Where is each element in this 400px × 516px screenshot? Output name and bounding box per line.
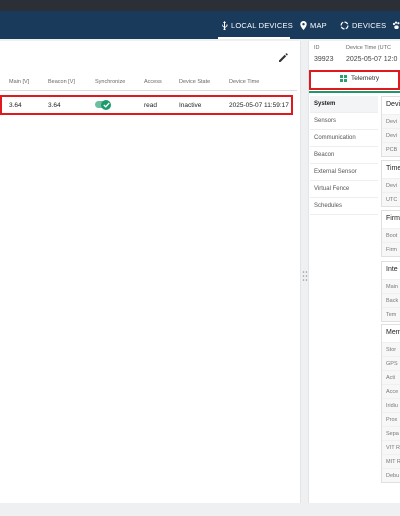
nav-map[interactable]: MAP: [300, 11, 327, 39]
paw-icon: [392, 21, 400, 29]
section-row: GPS: [382, 356, 400, 370]
device-time-value: 2025-05-07 12:0: [346, 56, 398, 63]
nav-active-indicator: [218, 37, 290, 39]
device-id-label: ID: [314, 45, 320, 51]
section-title: Time: [386, 165, 400, 172]
dashboard-grid-icon: [340, 75, 347, 82]
cell-access: read: [144, 102, 158, 109]
column-header-device-time[interactable]: Device Time: [229, 79, 259, 85]
column-header-synchronize[interactable]: Synchronize: [95, 79, 125, 85]
synchronize-toggle[interactable]: [101, 100, 111, 110]
edit-pencil-icon[interactable]: [276, 50, 290, 64]
section-memory: Mem Stor GPS Acti Acce Iridiu Prox Sepa …: [381, 324, 400, 483]
section-title: Inte: [386, 266, 398, 273]
cell-main-voltage: 3.64: [9, 102, 22, 109]
column-header-access[interactable]: Access: [144, 79, 162, 85]
devices-ring-icon: [340, 20, 349, 30]
check-icon: [102, 102, 110, 108]
section-row: Stor: [382, 342, 400, 356]
section-time: Time Devi UTC: [381, 160, 400, 207]
section-title: Mem: [386, 329, 400, 336]
section-row: Boot: [382, 228, 400, 242]
menu-item-external-sensor[interactable]: External Sensor: [310, 164, 378, 181]
section-title: Devi: [386, 101, 400, 108]
nav-local-devices-label: LOCAL DEVICES: [231, 20, 293, 30]
menu-item-schedules[interactable]: Schedules: [310, 198, 378, 215]
header-divider: [0, 90, 297, 91]
section-row: Acti: [382, 370, 400, 384]
telemetry-category-menu: System Sensors Communication Beacon Exte…: [310, 96, 378, 215]
map-pin-icon: [300, 20, 307, 30]
nav-devices[interactable]: DEVICES: [340, 11, 386, 39]
section-row: Main: [382, 279, 400, 293]
main-navigation: LOCAL DEVICES MAP DEVICES: [0, 11, 400, 39]
section-row: Tem: [382, 307, 400, 321]
menu-item-virtual-fence[interactable]: Virtual Fence: [310, 181, 378, 198]
device-id-value: 39923: [314, 56, 334, 63]
menu-item-beacon[interactable]: Beacon: [310, 147, 378, 164]
section-row: UTC: [382, 192, 400, 206]
device-time-label: Device Time (UTC: [346, 45, 391, 51]
nav-paw[interactable]: [392, 11, 400, 39]
section-row: Devi: [382, 114, 400, 128]
top-system-bar: [0, 0, 400, 11]
section-row: Devi: [382, 178, 400, 192]
section-internal: Inte Main Back Tem: [381, 261, 400, 322]
section-row: Devi: [382, 128, 400, 142]
section-row: Prox: [382, 412, 400, 426]
section-row: Debu: [382, 468, 400, 482]
nav-map-label: MAP: [310, 20, 327, 30]
section-row: MIT R: [382, 454, 400, 468]
section-firmware: Firm Boot Firm: [381, 210, 400, 257]
column-header-device-state[interactable]: Device State: [179, 79, 210, 85]
section-row: Firm: [382, 242, 400, 256]
column-header-beacon[interactable]: Beacon [V]: [48, 79, 75, 85]
section-device: Devi Devi Devi PCB: [381, 96, 400, 157]
section-row: Back: [382, 293, 400, 307]
cell-device-state: Inactive: [179, 102, 202, 109]
section-row: Sepa: [382, 426, 400, 440]
telemetry-tab-content: Telemetry: [340, 75, 379, 82]
telemetry-tab-label: Telemetry: [351, 75, 380, 82]
section-row: Acce: [382, 384, 400, 398]
telemetry-tab-indicator: [309, 91, 400, 93]
cell-device-time: 2025-05-07 11:59:17: [229, 102, 289, 109]
column-header-main[interactable]: Main [V]: [9, 79, 29, 85]
menu-item-sensors[interactable]: Sensors: [310, 113, 378, 130]
section-row: Iridiu: [382, 398, 400, 412]
usb-icon: [222, 20, 228, 30]
nav-local-devices[interactable]: LOCAL DEVICES: [221, 11, 293, 39]
menu-item-system[interactable]: System: [310, 96, 378, 113]
cell-beacon-voltage: 3.64: [48, 102, 61, 109]
section-title: Firm: [386, 215, 400, 222]
menu-item-communication[interactable]: Communication: [310, 130, 378, 147]
section-row: PCB: [382, 142, 400, 156]
page-bottom-margin: [0, 503, 400, 516]
section-row: VIT R: [382, 440, 400, 454]
nav-devices-label: DEVICES: [352, 20, 387, 30]
